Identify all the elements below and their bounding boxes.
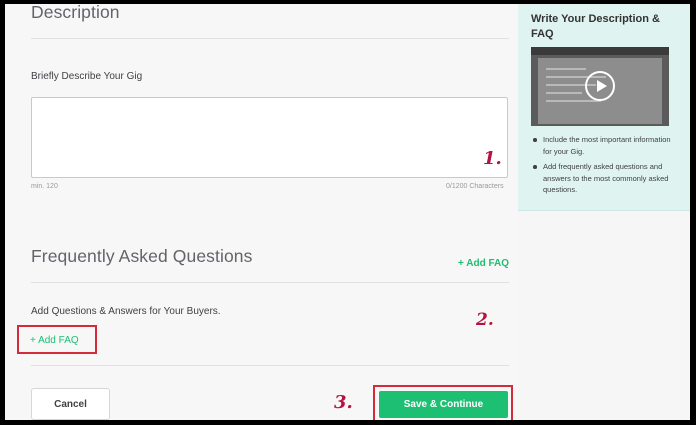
divider: [31, 282, 509, 283]
video-top-bar: [531, 47, 669, 55]
add-faq-link-top[interactable]: + Add FAQ: [458, 258, 509, 269]
description-field-label: Briefly Describe Your Gig: [31, 71, 143, 82]
description-heading: Description: [31, 4, 120, 22]
annotation-step-3: 3.: [334, 392, 353, 413]
play-icon[interactable]: [585, 71, 615, 101]
character-counter: 0/1200 Characters: [446, 183, 504, 190]
add-faq-link[interactable]: + Add FAQ: [30, 335, 79, 346]
sidebar-bullets: Include the most important information f…: [531, 134, 681, 200]
screenshot-frame: Description Briefly Describe Your Gig mi…: [5, 4, 690, 420]
faq-subtitle: Add Questions & Answers for Your Buyers.: [31, 306, 221, 317]
annotation-step-2: 2.: [476, 310, 494, 330]
cancel-button[interactable]: Cancel: [31, 388, 110, 420]
divider: [31, 365, 509, 366]
description-textarea[interactable]: [31, 97, 508, 178]
list-item: Include the most important information f…: [531, 134, 681, 157]
save-and-continue-button[interactable]: Save & Continue: [379, 391, 508, 418]
sidebar-title: Write Your Description & FAQ: [531, 13, 660, 40]
divider: [31, 38, 509, 39]
faq-heading: Frequently Asked Questions: [31, 246, 253, 266]
video-thumbnail[interactable]: [531, 47, 669, 126]
help-sidebar: Write Your Description & FAQ Include the…: [518, 4, 690, 211]
annotation-arrow-layer: [5, 4, 518, 420]
list-item: Add frequently asked questions and answe…: [531, 161, 681, 196]
annotation-step-1: 1.: [483, 148, 502, 169]
min-characters-hint: min. 120: [31, 183, 58, 190]
main-form: Description Briefly Describe Your Gig mi…: [5, 4, 518, 420]
